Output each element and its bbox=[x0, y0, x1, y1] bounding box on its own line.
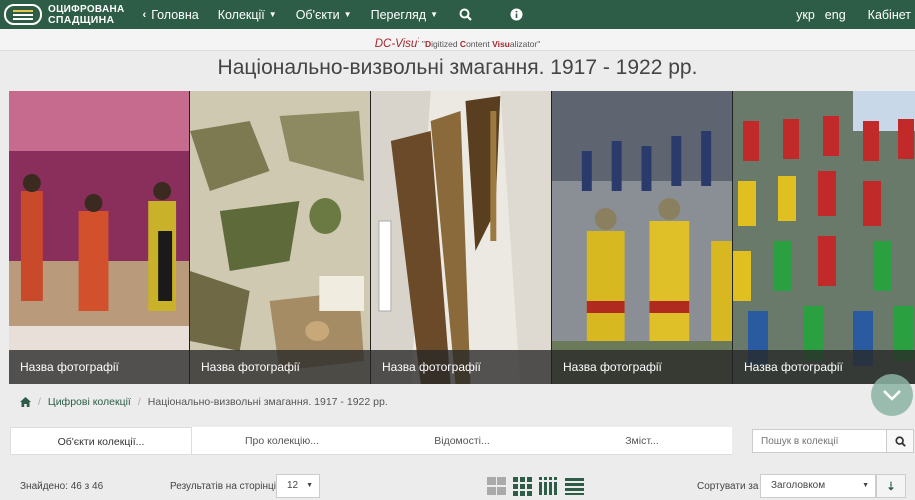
dcvisu-banner: DC-Visu: "Digitized Content Visualizator… bbox=[0, 29, 915, 51]
lang-uk-link[interactable]: укр bbox=[796, 8, 815, 22]
gallery-photo[interactable]: Назва фотографії bbox=[190, 91, 371, 384]
caret-down-icon: ▼ bbox=[862, 482, 869, 489]
breadcrumb-separator: / bbox=[137, 396, 141, 408]
results-count: Знайдено: 46 з 46 bbox=[20, 481, 104, 492]
lang-en-link[interactable]: eng bbox=[825, 8, 846, 22]
gallery-photo[interactable]: Назва фотографії bbox=[9, 91, 190, 384]
caret-down-icon: ▼ bbox=[306, 482, 313, 489]
breadcrumb-current: Національно-визвольні змагання. 1917 - 1… bbox=[147, 396, 388, 408]
breadcrumb-separator: / bbox=[38, 396, 41, 408]
cabinet-link[interactable]: Кабінет bbox=[868, 8, 911, 22]
nav-collections-label: Колекції bbox=[217, 7, 265, 22]
photo-flintlock-guns bbox=[371, 91, 551, 384]
tab-contents[interactable]: Зміст... bbox=[552, 427, 732, 454]
gallery-photo[interactable]: Назва фотографії bbox=[552, 91, 733, 384]
photo-caption: Назва фотографії bbox=[371, 350, 551, 384]
nav-home-label: Головна bbox=[151, 7, 199, 22]
search-button[interactable] bbox=[886, 429, 914, 453]
dcvisu-v: Visu bbox=[492, 38, 510, 49]
sort-value: Заголовком bbox=[771, 480, 826, 491]
tab-about-collection[interactable]: Про колекцію... bbox=[192, 427, 372, 454]
sort-ascending-icon: ⇣ bbox=[886, 480, 896, 493]
per-page-value: 12 bbox=[287, 480, 299, 491]
list-view-icon[interactable] bbox=[564, 476, 585, 496]
search-icon bbox=[894, 435, 906, 447]
home-icon[interactable] bbox=[20, 397, 31, 407]
logo-icon bbox=[4, 4, 42, 25]
breadcrumb: / Цифрові колекції / Національно-визволь… bbox=[20, 396, 388, 408]
photo-caption: Назва фотографії bbox=[9, 350, 189, 384]
sort-label: Сортувати за bbox=[697, 481, 759, 492]
collection-tabs: Об'єкти колекції... Про колекцію... Відо… bbox=[10, 427, 732, 455]
tab-info[interactable]: Відомості... bbox=[372, 427, 552, 454]
info-icon[interactable] bbox=[510, 8, 523, 21]
photo-tin-soldiers-yellow bbox=[552, 91, 732, 384]
site-logo[interactable]: ОЦИФРОВАНА СПАДЩИНА bbox=[4, 4, 125, 25]
logo-line1: ОЦИФРОВАНА bbox=[48, 3, 125, 15]
photo-caption: Назва фотографії bbox=[552, 350, 732, 384]
photo-tin-soldiers-rows bbox=[733, 91, 915, 384]
scroll-down-button[interactable] bbox=[871, 374, 913, 416]
dcvisu-v-rest: alizator" bbox=[509, 38, 541, 49]
large-grid-view-icon[interactable] bbox=[486, 476, 507, 496]
dcvisu-d-rest: igitized bbox=[431, 38, 460, 49]
per-page-select[interactable]: 12 ▼ bbox=[276, 474, 320, 498]
collection-search bbox=[752, 429, 914, 453]
collection-search-input[interactable] bbox=[752, 429, 886, 453]
nav-objects-label: Об'єкти bbox=[295, 7, 340, 22]
caret-down-icon: ▼ bbox=[343, 10, 352, 19]
dcvisu-c-rest: ontent bbox=[466, 38, 493, 49]
dcvisu-name: DC-Visu bbox=[374, 37, 418, 50]
per-page-label: Результатів на сторінці bbox=[170, 481, 276, 492]
columns-view-icon[interactable] bbox=[538, 476, 559, 496]
view-mode-switcher bbox=[486, 476, 590, 496]
gallery-photo[interactable]: Назва фотографії bbox=[733, 91, 915, 384]
small-grid-view-icon[interactable] bbox=[512, 476, 533, 496]
tab-collection-objects[interactable]: Об'єкти колекції... bbox=[10, 427, 192, 454]
page-title: Національно-визвольні змагання. 1917 - 1… bbox=[217, 56, 698, 79]
logo-line2: СПАДЩИНА bbox=[48, 13, 115, 26]
caret-down-icon: ▼ bbox=[268, 10, 277, 19]
photo-ceramic-shards bbox=[190, 91, 370, 384]
caret-down-icon: ▼ bbox=[430, 10, 438, 19]
nav-view[interactable]: Перегляд ▼ bbox=[371, 8, 438, 22]
search-icon[interactable] bbox=[459, 8, 472, 21]
top-navbar: ОЦИФРОВАНА СПАДЩИНА ‹ Головна Колекції ▼… bbox=[0, 0, 915, 29]
sort-direction-button[interactable]: ⇣ bbox=[876, 474, 906, 498]
nav-collections[interactable]: Колекції ▼ bbox=[218, 8, 277, 22]
chevron-left-icon: ‹ bbox=[142, 8, 147, 21]
photo-figurines-red bbox=[9, 91, 189, 384]
gallery-photo[interactable]: Назва фотографії bbox=[371, 91, 552, 384]
breadcrumb-collections-link[interactable]: Цифрові колекції bbox=[48, 396, 131, 408]
nav-home[interactable]: ‹ Головна bbox=[143, 8, 199, 22]
nav-objects[interactable]: Об'єкти ▼ bbox=[296, 8, 352, 22]
nav-view-label: Перегляд bbox=[370, 7, 427, 22]
photo-gallery: Назва фотографії Назва фотографії Назва … bbox=[9, 91, 915, 384]
chevron-down-icon bbox=[883, 390, 901, 401]
sort-select[interactable]: Заголовком ▼ bbox=[760, 474, 876, 498]
photo-caption: Назва фотографії bbox=[190, 350, 370, 384]
